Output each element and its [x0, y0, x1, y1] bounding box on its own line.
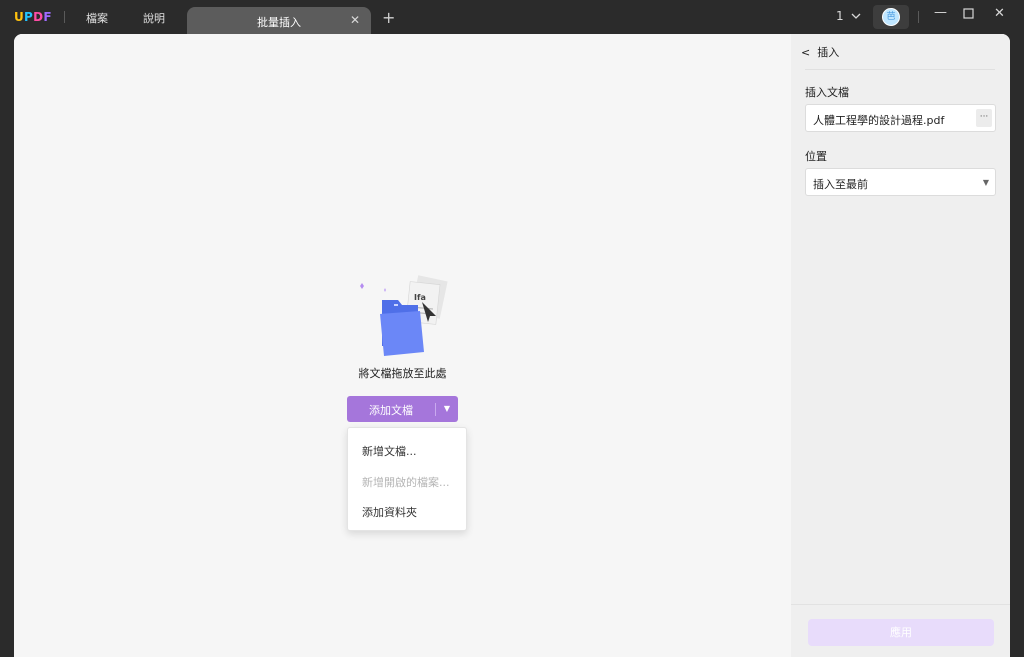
title-separator [64, 11, 65, 23]
svg-text:Ifa: Ifa [414, 293, 426, 302]
tab-title: 批量插入 [257, 16, 301, 29]
workspace: Ifa 將文檔拖放至此處 添加文檔 ▼ 新增文檔... 新增開啟的檔案... 添… [14, 34, 1010, 657]
insert-panel: < 插入 插入文檔 人體工程學的設計過程.pdf ··· 位置 插入至最前 ▼ 應… [791, 34, 1010, 657]
apply-button[interactable]: 應用 [808, 619, 994, 646]
insert-document-value: 人體工程學的設計過程.pdf [813, 114, 945, 127]
menu-item-add-folder[interactable]: 添加資料夾 [362, 504, 417, 520]
add-document-label: 添加文檔 [369, 404, 413, 417]
menu-file[interactable]: 檔案 [86, 10, 108, 26]
divider [791, 604, 1010, 605]
position-value: 插入至最前 [813, 178, 868, 191]
add-document-button[interactable]: 添加文檔 ▼ [347, 396, 458, 422]
browse-more-button[interactable]: ··· [976, 109, 992, 127]
menu-help[interactable]: 說明 [143, 10, 165, 26]
insert-document-field[interactable]: 人體工程學的設計過程.pdf ··· [805, 104, 996, 132]
panel-title: 插入 [817, 46, 840, 59]
position-label: 位置 [805, 150, 827, 163]
title-bar: UPDF 檔案 說明 批量插入 ✕ + 1 芭 — ✕ [0, 0, 1024, 34]
panel-header[interactable]: < 插入 [801, 44, 839, 60]
close-icon[interactable]: ✕ [350, 13, 360, 27]
tab-batch-insert[interactable]: 批量插入 ✕ [187, 7, 371, 34]
page-indicator[interactable]: 1 [836, 9, 861, 23]
menu-item-add-document[interactable]: 新增文檔... [362, 443, 417, 459]
caret-down-icon: ▼ [982, 178, 989, 187]
chevron-down-icon [852, 13, 861, 19]
plus-icon[interactable]: + [382, 8, 395, 27]
position-select[interactable]: 插入至最前 ▼ [805, 168, 996, 196]
title-separator [918, 11, 919, 23]
divider [805, 69, 995, 70]
maximize-icon[interactable] [963, 8, 974, 23]
add-document-menu: 新增文檔... 新增開啟的檔案... 添加資料夾 [347, 427, 467, 531]
page-number: 1 [836, 9, 844, 23]
folder-documents-icon: Ifa [360, 275, 448, 356]
drop-instruction: 將文檔拖放至此處 [358, 367, 447, 380]
caret-down-icon[interactable]: ▼ [436, 396, 458, 422]
chevron-left-icon[interactable]: < [801, 46, 810, 59]
minimize-icon[interactable]: — [934, 5, 947, 20]
insert-document-label: 插入文檔 [805, 86, 849, 99]
app-logo: UPDF [14, 10, 52, 24]
menu-item-add-open-files: 新增開啟的檔案... [362, 476, 450, 489]
drop-zone[interactable]: Ifa 將文檔拖放至此處 添加文檔 ▼ 新增文檔... 新增開啟的檔案... 添… [14, 34, 791, 657]
avatar: 芭 [882, 8, 900, 26]
window-close-icon[interactable]: ✕ [994, 6, 1005, 21]
account-button[interactable]: 芭 [873, 5, 909, 29]
